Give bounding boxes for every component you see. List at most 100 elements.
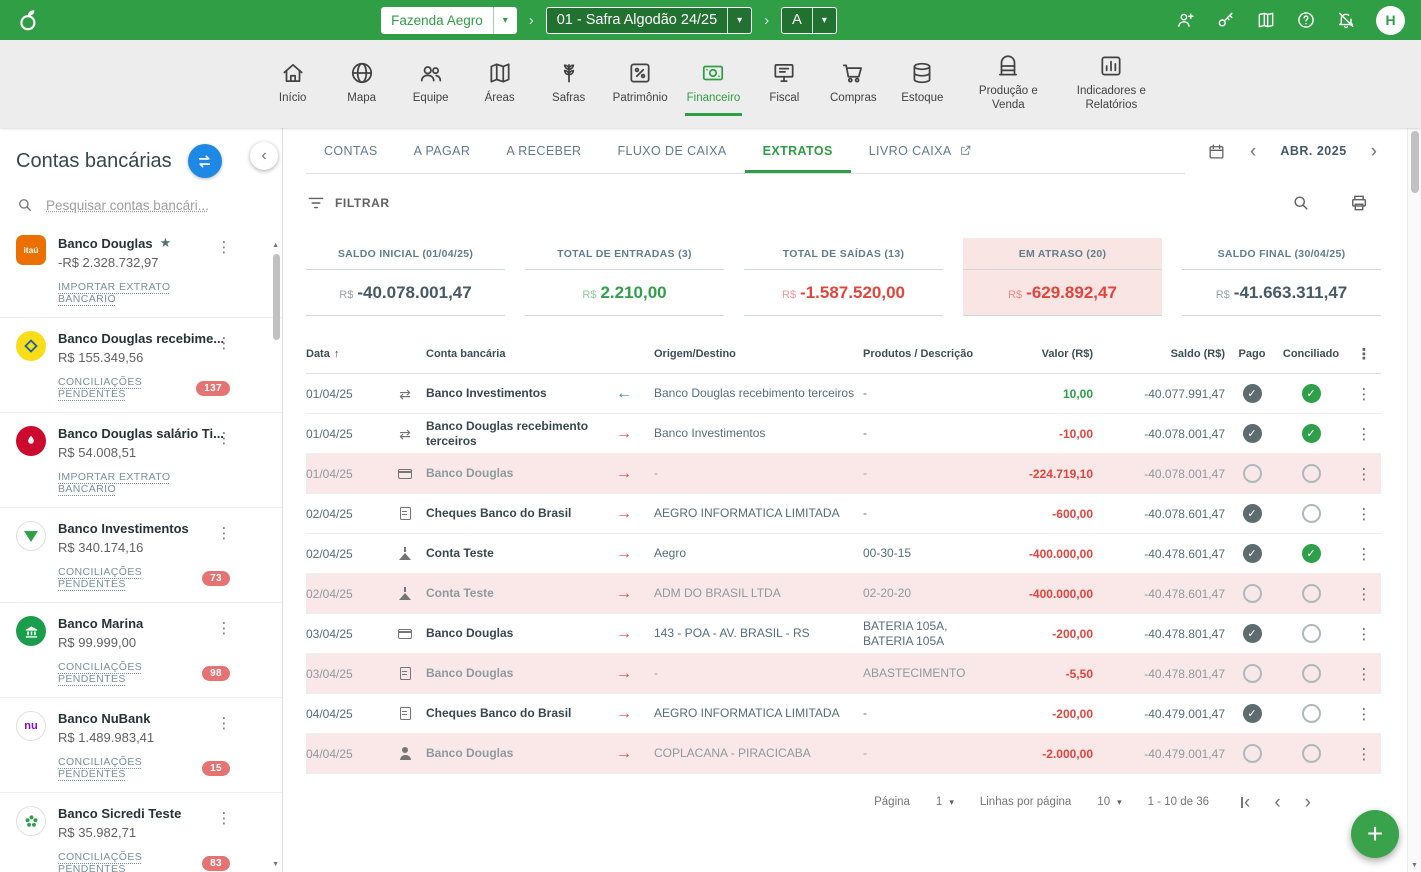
scroll-up-arrow[interactable]: ▲ bbox=[272, 242, 279, 249]
pending-reconciliations-link[interactable]: CONCILIAÇÕES PENDENTES bbox=[58, 851, 193, 872]
pending-reconciliations-link[interactable]: CONCILIAÇÕES PENDENTES bbox=[58, 376, 187, 400]
row-menu-button[interactable] bbox=[1347, 705, 1381, 723]
filter-button[interactable]: FILTRAR bbox=[306, 193, 390, 213]
account-item[interactable]: Banco Douglas salário Ti... R$ 54.008,51… bbox=[0, 413, 282, 508]
tab-extratos[interactable]: EXTRATOS bbox=[745, 128, 851, 173]
table-row[interactable]: 01/04/25 Banco Douglas recebimento terce… bbox=[306, 414, 1381, 454]
nav-mapa[interactable]: Mapa bbox=[335, 52, 389, 116]
reconciled-check[interactable] bbox=[1302, 624, 1321, 643]
reconciled-check[interactable] bbox=[1302, 664, 1321, 683]
tab-livro-caixa[interactable]: LIVRO CAIXA bbox=[851, 128, 990, 173]
account-item[interactable]: Banco Marina R$ 99.999,00 CONCILIAÇÕES P… bbox=[0, 603, 282, 698]
account-menu-button[interactable] bbox=[216, 714, 232, 732]
previous-page-button[interactable]: ‹ bbox=[1274, 793, 1280, 812]
tab-fluxo-de-caixa[interactable]: FLUXO DE CAIXA bbox=[599, 128, 744, 173]
key-icon[interactable] bbox=[1216, 10, 1236, 30]
row-menu-button[interactable] bbox=[1347, 745, 1381, 763]
paid-check[interactable] bbox=[1243, 384, 1262, 403]
nav-compras[interactable]: Compras bbox=[826, 52, 880, 116]
reconciled-check[interactable] bbox=[1302, 744, 1321, 763]
notifications-off-icon[interactable] bbox=[1336, 10, 1356, 30]
first-page-button[interactable]: ‹ bbox=[1241, 793, 1250, 812]
pending-reconciliations-link[interactable]: CONCILIAÇÕES PENDENTES bbox=[58, 661, 193, 685]
reconciled-check[interactable] bbox=[1302, 704, 1321, 723]
table-row[interactable]: 01/04/25 Banco Douglas - - -224.719,10 -… bbox=[306, 454, 1381, 494]
table-row[interactable]: 02/04/25 Conta Teste Aegro 00-30-15 -400… bbox=[306, 534, 1381, 574]
row-menu-button[interactable] bbox=[1347, 425, 1381, 443]
print-icon[interactable] bbox=[1349, 193, 1369, 213]
nav-indicadores[interactable]: Indicadores e Relatórios bbox=[1067, 45, 1155, 123]
tab-a-pagar[interactable]: A PAGAR bbox=[396, 128, 489, 173]
import-statement-link[interactable]: IMPORTAR EXTRATO BANCÁRIO bbox=[58, 471, 230, 495]
account-menu-button[interactable] bbox=[216, 619, 232, 637]
reconciled-check[interactable] bbox=[1302, 544, 1321, 563]
paid-check[interactable] bbox=[1243, 424, 1262, 443]
nav-inicio[interactable]: Início bbox=[266, 52, 320, 116]
previous-month-button[interactable]: ‹ bbox=[1250, 142, 1256, 161]
chevron-down-icon[interactable] bbox=[812, 8, 836, 33]
paid-check[interactable] bbox=[1243, 624, 1262, 643]
import-statement-link[interactable]: IMPORTAR EXTRATO BANCÁRIO bbox=[58, 281, 230, 305]
table-row[interactable]: 03/04/25 Banco Douglas - ABASTECIMENTO -… bbox=[306, 654, 1381, 694]
bank-sync-button[interactable] bbox=[188, 144, 222, 178]
page-select[interactable]: 1 bbox=[936, 796, 954, 808]
account-menu-button[interactable] bbox=[216, 809, 232, 827]
account-menu-button[interactable] bbox=[216, 429, 232, 447]
field-selector[interactable]: A bbox=[781, 7, 837, 34]
nav-patrimonio[interactable]: Patrimônio bbox=[611, 52, 670, 116]
account-item[interactable]: Banco Investimentos R$ 340.174,16 CONCIL… bbox=[0, 508, 282, 603]
search-input[interactable] bbox=[46, 198, 231, 213]
rows-per-page-select[interactable]: 10 bbox=[1097, 796, 1121, 808]
row-menu-button[interactable] bbox=[1347, 545, 1381, 563]
table-row[interactable]: 02/04/25 Cheques Banco do Brasil AEGRO I… bbox=[306, 494, 1381, 534]
chevron-down-icon[interactable] bbox=[493, 7, 517, 34]
nav-fiscal[interactable]: Fiscal bbox=[757, 52, 811, 116]
page-scrollbar[interactable]: ▼ bbox=[1407, 128, 1421, 872]
scroll-down-arrow[interactable]: ▼ bbox=[272, 861, 279, 868]
search-icon[interactable] bbox=[1291, 193, 1311, 213]
reconciled-check[interactable] bbox=[1302, 504, 1321, 523]
row-menu-button[interactable] bbox=[1347, 505, 1381, 523]
help-icon[interactable] bbox=[1296, 10, 1316, 30]
paid-check[interactable] bbox=[1243, 584, 1262, 603]
row-menu-button[interactable] bbox=[1347, 465, 1381, 483]
account-item[interactable]: Banco Douglas recebime... R$ 155.349,56 … bbox=[0, 318, 282, 413]
nav-estoque[interactable]: Estoque bbox=[895, 52, 949, 116]
next-month-button[interactable]: › bbox=[1371, 142, 1377, 161]
farm-selector[interactable]: Fazenda Aegro bbox=[381, 7, 517, 34]
paid-check[interactable] bbox=[1243, 544, 1262, 563]
paid-check[interactable] bbox=[1243, 464, 1262, 483]
paid-check[interactable] bbox=[1243, 504, 1262, 523]
nav-producao-venda[interactable]: Produção e Venda bbox=[964, 45, 1052, 123]
pending-reconciliations-link[interactable]: CONCILIAÇÕES PENDENTES bbox=[58, 566, 193, 590]
calendar-icon[interactable] bbox=[1207, 142, 1226, 161]
account-item[interactable]: nu Banco NuBank R$ 1.489.983,41 CONCILIA… bbox=[0, 698, 282, 793]
tab-a-receber[interactable]: A RECEBER bbox=[488, 128, 599, 173]
account-menu-button[interactable] bbox=[216, 334, 232, 352]
table-row[interactable]: 04/04/25 Banco Douglas COPLACANA - PIRAC… bbox=[306, 734, 1381, 774]
pending-reconciliations-link[interactable]: CONCILIAÇÕES PENDENTES bbox=[58, 756, 193, 780]
paid-check[interactable] bbox=[1243, 744, 1262, 763]
reconciled-check[interactable] bbox=[1302, 584, 1321, 603]
nav-areas[interactable]: Áreas bbox=[473, 52, 527, 116]
account-item[interactable]: Banco Sicredi Teste R$ 35.982,71 CONCILI… bbox=[0, 793, 282, 872]
user-avatar[interactable]: H bbox=[1376, 6, 1405, 35]
summary-em-atraso[interactable]: EM ATRASO (20) R$-629.892,47 bbox=[963, 238, 1162, 316]
collapse-sidebar-button[interactable]: ‹ bbox=[250, 142, 278, 170]
chevron-down-icon[interactable] bbox=[727, 8, 751, 33]
nav-equipe[interactable]: Equipe bbox=[404, 52, 458, 116]
reconciled-check[interactable] bbox=[1302, 464, 1321, 483]
sidebar-scrollbar[interactable] bbox=[273, 254, 280, 340]
map-book-icon[interactable] bbox=[1256, 10, 1276, 30]
favorite-star-icon[interactable] bbox=[160, 235, 172, 251]
row-menu-button[interactable] bbox=[1347, 585, 1381, 603]
account-menu-button[interactable] bbox=[216, 524, 232, 542]
row-menu-button[interactable] bbox=[1347, 385, 1381, 403]
table-row[interactable]: 02/04/25 Conta Teste ADM DO BRASIL LTDA … bbox=[306, 574, 1381, 614]
row-menu-button[interactable] bbox=[1347, 625, 1381, 643]
paid-check[interactable] bbox=[1243, 664, 1262, 683]
nav-financeiro[interactable]: Financeiro bbox=[685, 52, 743, 116]
season-selector[interactable]: 01 - Safra Algodão 24/25 bbox=[546, 7, 752, 34]
tab-contas[interactable]: CONTAS bbox=[306, 128, 396, 173]
table-row[interactable]: 03/04/25 Banco Douglas 143 - POA - AV. B… bbox=[306, 614, 1381, 654]
